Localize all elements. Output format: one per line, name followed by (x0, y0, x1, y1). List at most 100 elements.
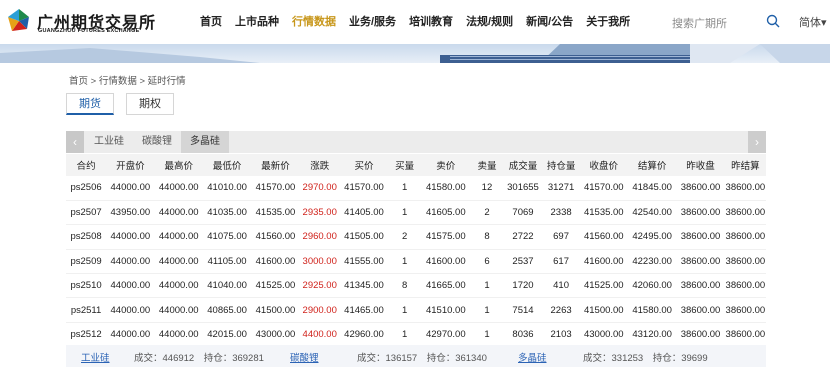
scroll-right-button[interactable]: › (748, 131, 766, 153)
table-cell: 44000.00 (154, 249, 203, 275)
search-icon[interactable] (766, 14, 780, 28)
table-cell: 41040.00 (202, 273, 252, 299)
column-header: 卖量 (470, 154, 504, 176)
table-cell: 41580.00 (627, 297, 677, 323)
column-header: 昨结算 (724, 154, 766, 176)
table-cell: 697 (542, 224, 580, 250)
contract-cell: ps2512 (66, 322, 107, 348)
column-header: 合约 (66, 154, 107, 176)
table-cell: 44000.00 (106, 176, 155, 201)
nav-item-4[interactable]: 培训教育 (409, 0, 453, 44)
nav-item-3[interactable]: 业务/服务 (349, 0, 396, 44)
site-header: 广州期货交易所 GUANGZHOU FUTURES EXCHANGE 首页 上市品… (0, 0, 830, 44)
table-cell: 1 (470, 273, 504, 299)
table-cell: 41500.00 (251, 297, 300, 323)
nav-item-6[interactable]: 新闻/公告 (526, 0, 573, 44)
contract-cell: ps2510 (66, 273, 107, 299)
banner-image (0, 44, 830, 63)
tab-futures[interactable]: 期货 (66, 93, 114, 115)
table-cell: 43000.00 (579, 322, 628, 348)
table-row: ps2509 44000.00 44000.00 41105.00 41600.00 30… (66, 249, 766, 275)
table-cell: 38600.00 (676, 224, 725, 250)
column-header: 买量 (388, 154, 422, 176)
language-selector[interactable]: 简体▾ (799, 14, 827, 30)
table-cell: 44000.00 (106, 273, 155, 299)
main-nav: 首页 上市品种 行情数据 业务/服务 培训教育 法规/规则 新闻/公告 关于我所 (200, 0, 643, 44)
change-cell: 4400.00 (299, 322, 340, 348)
table-cell: 7514 (503, 297, 543, 323)
table-cell: 1 (388, 249, 422, 275)
table-cell: 2103 (542, 322, 580, 348)
table-cell: 41405.00 (339, 200, 389, 226)
table-row: ps2508 44000.00 44000.00 41075.00 41560.00 29… (66, 224, 766, 250)
product-subtabs: 工业硅 碳酸锂 多晶硅 (85, 131, 229, 153)
table-cell: 6 (470, 249, 504, 275)
table-cell: 12 (470, 176, 504, 201)
change-cell: 2900.00 (299, 297, 340, 323)
table-cell: 1 (470, 322, 504, 348)
search-input[interactable]: 搜索广期所 (672, 15, 727, 31)
nav-item-5[interactable]: 法规/规则 (466, 0, 513, 44)
table-cell: 41560.00 (579, 224, 628, 250)
table-cell: 38600.00 (724, 273, 766, 299)
table-cell: 44000.00 (106, 249, 155, 275)
table-cell: 41465.00 (339, 297, 389, 323)
table-cell: 44000.00 (106, 224, 155, 250)
table-row: ps2512 44000.00 44000.00 42015.00 43000.00 44… (66, 322, 766, 348)
subtab-0[interactable]: 工业硅 (85, 131, 133, 153)
tab-options[interactable]: 期权 (126, 93, 174, 115)
change-cell: 2960.00 (299, 224, 340, 250)
summary-variety-link[interactable]: 碳酸锂 (290, 350, 319, 364)
table-cell: 41570.00 (339, 176, 389, 201)
table-cell: 41510.00 (421, 297, 471, 323)
table-cell: 43950.00 (106, 200, 155, 226)
search-box[interactable]: 搜索广期所 (643, 11, 783, 33)
nav-item-2[interactable]: 行情数据 (292, 0, 336, 44)
table-cell: 41035.00 (202, 200, 252, 226)
table-cell: 2263 (542, 297, 580, 323)
table-cell: 1 (388, 297, 422, 323)
contract-cell: ps2509 (66, 249, 107, 275)
table-cell: 41505.00 (339, 224, 389, 250)
table-cell: 42960.00 (339, 322, 389, 348)
table-cell: 1 (388, 200, 422, 226)
table-cell: 41600.00 (579, 249, 628, 275)
table-cell: 41560.00 (251, 224, 300, 250)
table-cell: 42495.00 (627, 224, 677, 250)
table-cell: 41570.00 (579, 176, 628, 201)
column-header: 卖价 (421, 154, 471, 176)
subtab-1[interactable]: 碳酸锂 (133, 131, 181, 153)
table-cell: 7069 (503, 200, 543, 226)
nav-item-7[interactable]: 关于我所 (586, 0, 630, 44)
logo-english-name: GUANGZHOU FUTURES EXCHANGE (38, 28, 140, 34)
table-cell: 38600.00 (676, 322, 725, 348)
product-subtab-bar: ‹ 工业硅 碳酸锂 多晶硅 › (66, 131, 766, 153)
column-header: 持仓量 (542, 154, 580, 176)
table-cell: 301655 (503, 176, 543, 201)
summary-variety-stats: 成交：446912 持仓：369281 (134, 353, 264, 364)
site-logo[interactable]: 广州期货交易所 GUANGZHOU FUTURES EXCHANGE (6, 8, 166, 36)
table-cell: 38600.00 (676, 297, 725, 323)
table-cell: 44000.00 (154, 224, 203, 250)
table-cell: 44000.00 (154, 273, 203, 299)
table-cell: 41555.00 (339, 249, 389, 275)
table-row: ps2510 44000.00 44000.00 41040.00 41525.00 29… (66, 273, 766, 299)
table-cell: 41575.00 (421, 224, 471, 250)
table-cell: 38600.00 (676, 200, 725, 226)
table-cell: 41845.00 (627, 176, 677, 201)
summary-variety-link[interactable]: 工业硅 (81, 350, 110, 364)
summary-variety-link[interactable]: 多晶硅 (518, 350, 547, 364)
table-cell: 42230.00 (627, 249, 677, 275)
table-cell: 41345.00 (339, 273, 389, 299)
nav-item-1[interactable]: 上市品种 (235, 0, 279, 44)
table-cell: 41600.00 (251, 249, 300, 275)
scroll-left-button[interactable]: ‹ (66, 131, 84, 153)
column-header: 昨收盘 (676, 154, 725, 176)
variety-summary-bar: 工业硅 成交：446912 持仓：369281 碳酸锂 成交：136157 持仓：36… (66, 345, 766, 367)
column-header: 成交量 (503, 154, 543, 176)
table-cell: 43000.00 (251, 322, 300, 348)
nav-item-0[interactable]: 首页 (200, 0, 222, 44)
table-cell: 41535.00 (579, 200, 628, 226)
subtab-2[interactable]: 多晶硅 (181, 131, 229, 153)
table-cell: 2 (470, 200, 504, 226)
